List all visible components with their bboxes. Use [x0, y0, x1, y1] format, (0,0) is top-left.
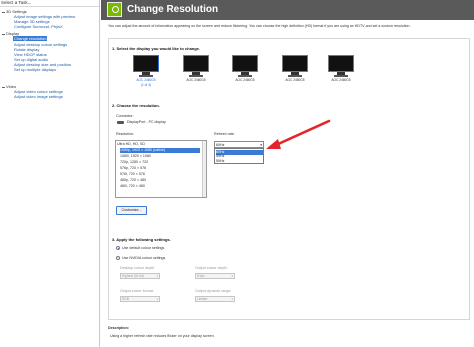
resolution-item[interactable]: 720p, 1280 × 720: [120, 160, 200, 165]
page-header: Change Resolution: [101, 0, 474, 20]
output-dynamic-range-select: Limited ▾: [195, 296, 235, 302]
resolution-item[interactable]: 1080p, 1920 × 1080 (native): [120, 148, 200, 153]
radio-default-colour-label: Use default colour settings: [122, 246, 165, 250]
resolution-item[interactable]: 480i, 720 × 480: [120, 184, 200, 189]
desktop-colour-depth-label: Desktop colour depth:: [120, 266, 155, 270]
resolution-list[interactable]: Ultra HD, HD, SD 1080p, 1920 × 1080 (nat…: [115, 140, 207, 198]
output-dynamic-range-label: Output dynamic range:: [195, 289, 232, 293]
display-4[interactable]: AOC 2460G5: [280, 55, 310, 82]
section-3-title: 3. Apply the following settings.: [112, 237, 171, 242]
radio-nvidia-colour-label: Use NVIDIA colour settings: [122, 256, 166, 260]
collapse-icon[interactable]: ▬: [2, 10, 5, 14]
display-4-name: AOC 2460G5: [285, 77, 305, 82]
resolution-scrollbar[interactable]: [202, 141, 206, 197]
monitor-icon: [282, 55, 308, 72]
section-2-title: 2. Choose the resolution.: [112, 103, 160, 108]
display-3-name: AOC 2460G5: [235, 77, 255, 82]
refresh-rate-option[interactable]: 50Hz: [216, 159, 263, 164]
display-1-index: (1 of 4): [140, 82, 152, 87]
refresh-rate-value: 60Hz: [216, 143, 225, 147]
tree-item-configure-surround[interactable]: Configure Surround, PhysX: [14, 24, 63, 29]
task-pane: Select a Task... ▬ 3D Settings Adjust ima…: [0, 0, 100, 347]
resolution-item[interactable]: 480p, 720 × 480: [120, 178, 200, 183]
output-colour-depth-label: Output colour depth:: [195, 266, 228, 270]
display-1[interactable]: AOC 2460G5 (1 of 4): [131, 55, 161, 87]
monitor-icon: [183, 55, 209, 72]
section-1-title: 1. Select the display you would like to …: [112, 46, 201, 51]
display-2-name: AOC 2460G5: [186, 77, 206, 82]
chevron-down-icon: ▾: [156, 274, 158, 278]
collapse-icon[interactable]: ▬: [2, 32, 5, 36]
monitor-icon: [133, 55, 159, 72]
resolution-category: Ultra HD, HD, SD: [117, 142, 145, 146]
tree-item-change-resolution[interactable]: Change resolution: [13, 36, 48, 41]
tree-item-video-image[interactable]: Adjust video image settings: [14, 94, 63, 99]
resolution-item[interactable]: 1080i, 1920 × 1080: [120, 154, 200, 159]
display-5-name: AOC 2460G5: [331, 77, 351, 82]
displayport-icon: [117, 121, 124, 124]
refresh-rate-select[interactable]: 60Hz ▾: [214, 141, 264, 148]
display-3[interactable]: AOC 2460G5: [230, 55, 260, 82]
output-colour-format-select: RGB ▾: [120, 296, 160, 302]
output-colour-format-label: Output colour format:: [120, 289, 154, 293]
desktop-colour-depth-select: Highest (32-bit) ▾: [120, 273, 160, 279]
customize-button[interactable]: Customise...: [116, 206, 147, 215]
connector-value: DisplayPort - PC display: [127, 120, 166, 124]
chevron-down-icon: ▾: [231, 297, 233, 301]
task-pane-divider: [0, 6, 99, 7]
description-title: Description:: [108, 326, 129, 330]
typical-usage: Using a higher refresh rate reduces flic…: [110, 334, 215, 338]
page-description: You can adjust the amount of information…: [108, 24, 411, 28]
chevron-down-icon: ▾: [231, 274, 233, 278]
tree-item-multiple-displays[interactable]: Set up multiple displays: [14, 67, 56, 72]
resolution-item[interactable]: 576i, 720 × 576: [120, 172, 200, 177]
task-pane-title: Select a Task...: [1, 0, 32, 5]
resolution-item[interactable]: 576p, 720 × 576: [120, 166, 200, 171]
chevron-down-icon: ▾: [156, 297, 158, 301]
collapse-icon[interactable]: ▬: [2, 85, 5, 89]
refresh-rate-dropdown[interactable]: 60Hz 59Hz 50Hz: [214, 148, 264, 164]
output-colour-depth-select: 8 bpc ▾: [195, 273, 235, 279]
nvidia-display-icon: [107, 2, 122, 17]
display-2[interactable]: AOC 2460G5: [181, 55, 211, 82]
radio-default-colour[interactable]: [116, 246, 120, 250]
radio-nvidia-colour[interactable]: [116, 256, 120, 260]
monitor-icon: [328, 55, 354, 72]
page-title: Change Resolution: [127, 4, 219, 15]
refresh-rate-label: Refresh rate:: [214, 132, 235, 136]
connector-label: Connector:: [116, 114, 134, 118]
monitor-icon: [232, 55, 258, 72]
display-1-name: AOC 2460G5: [136, 77, 156, 82]
resolution-label: Resolution:: [116, 132, 134, 136]
display-5[interactable]: AOC 2460G5: [326, 55, 356, 82]
red-arrow-annotation: [266, 119, 331, 149]
